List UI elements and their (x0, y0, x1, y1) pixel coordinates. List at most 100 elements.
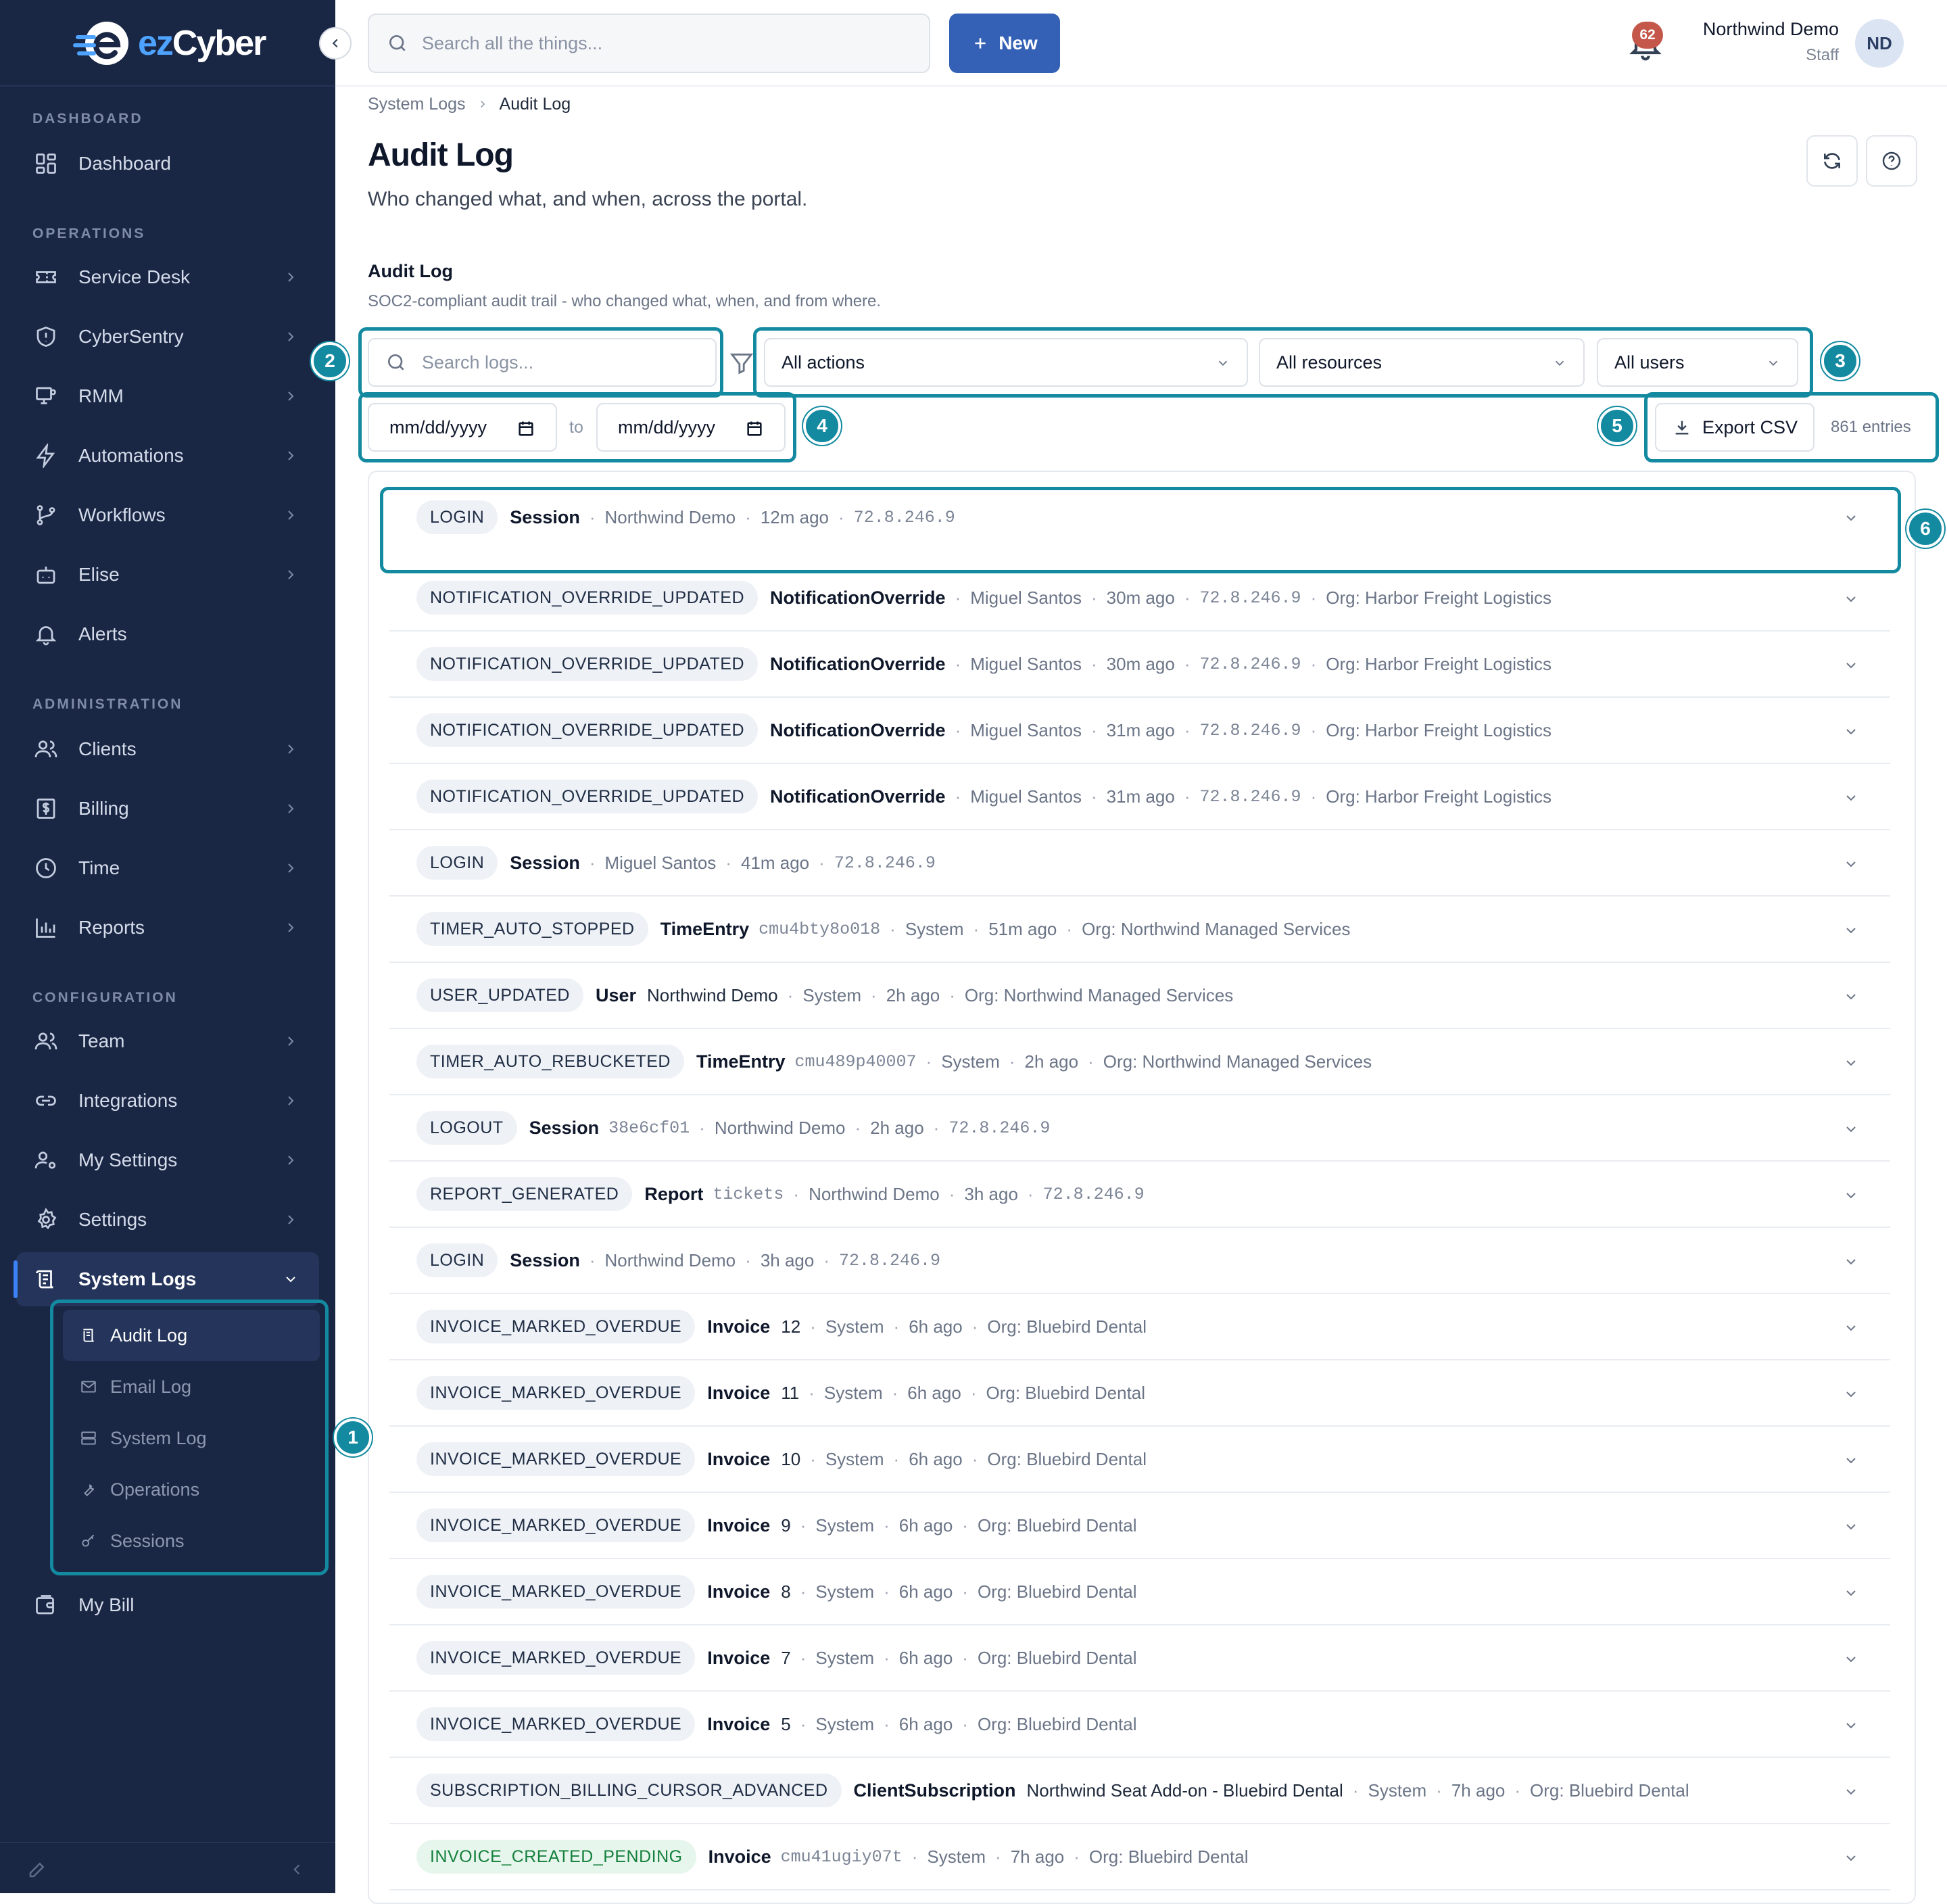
user-name[interactable]: Northwind Demo (1703, 19, 1839, 40)
table-row[interactable]: INVOICE_MARKED_OVERDUE Invoice 7 · System · 6h… (389, 1625, 1890, 1692)
sidebar-item-my-settings[interactable]: My Settings (16, 1133, 319, 1187)
expand-chevron-icon[interactable] (1843, 657, 1859, 673)
action-badge: REPORT_GENERATED (416, 1177, 633, 1211)
ezcyber-logo[interactable]: ezCyber (73, 18, 266, 69)
sidebar-item-label: My Bill (78, 1594, 135, 1615)
sidebar-item-rmm[interactable]: RMM (16, 369, 319, 423)
sidebar-item-my-bill[interactable]: My Bill (16, 1578, 319, 1632)
global-search[interactable] (368, 14, 930, 73)
actor-name: Miguel Santos (970, 719, 1082, 740)
table-row[interactable]: USER_UPDATED User Northwind Demo · System · 2h… (389, 963, 1890, 1029)
expand-chevron-icon[interactable] (1843, 1121, 1859, 1137)
sidebar-item-automations[interactable]: Automations (16, 429, 319, 483)
expand-chevron-icon[interactable] (1843, 1254, 1859, 1270)
resource-type: User (595, 984, 637, 1005)
callout-6: 6 (1906, 510, 1944, 548)
refresh-button[interactable] (1806, 135, 1858, 187)
section-configuration: CONFIGURATION (32, 990, 178, 1005)
timestamp: 3h ago (760, 1250, 815, 1270)
expand-chevron-icon[interactable] (1843, 790, 1859, 806)
sidebar-item-service-desk[interactable]: Service Desk (16, 250, 319, 304)
expand-chevron-icon[interactable] (1843, 1717, 1859, 1734)
expand-chevron-icon[interactable] (1843, 1386, 1859, 1402)
table-row[interactable]: LOGIN Session · Miguel Santos · 41m ago · 72.8.… (389, 830, 1890, 897)
table-row[interactable]: TIMER_AUTO_STOPPED TimeEntry cmu4bty8o018 ·… (389, 897, 1890, 963)
page-subtitle: Who changed what, and when, across the p… (368, 188, 808, 210)
sidebar-item-cybersentry[interactable]: CyberSentry (16, 310, 319, 364)
avatar[interactable]: ND (1855, 19, 1904, 68)
table-row[interactable]: NOTIFICATION_OVERRIDE_UPDATED Notificatio… (389, 632, 1890, 698)
help-button[interactable] (1866, 135, 1917, 187)
expand-chevron-icon[interactable] (1843, 1187, 1859, 1204)
expand-chevron-icon[interactable] (1843, 1452, 1859, 1469)
sidebar-item-settings[interactable]: Settings (16, 1193, 319, 1247)
edit-icon[interactable] (27, 1859, 47, 1880)
expand-chevron-icon[interactable] (1843, 856, 1859, 872)
expand-chevron-icon[interactable] (1843, 591, 1859, 607)
sidebar-item-elise[interactable]: Elise (16, 548, 319, 602)
sub-item-system-log[interactable]: System Log (63, 1412, 320, 1464)
expand-chevron-icon[interactable] (1843, 1850, 1859, 1866)
expand-chevron-icon[interactable] (1843, 989, 1859, 1005)
chevron-right-icon (288, 272, 294, 282)
shield-alert-icon (32, 323, 59, 350)
separator-dot: · (962, 1581, 968, 1602)
sidebar-item-alerts[interactable]: Alerts (16, 607, 319, 661)
table-row[interactable]: LOGIN Session · Northwind Demo · 3h ago · 72.8.… (389, 1228, 1890, 1294)
table-row[interactable]: INVOICE_MARKED_OVERDUE Invoice 9 · System · 6h… (389, 1493, 1890, 1559)
breadcrumb-parent[interactable]: System Logs (368, 95, 466, 114)
table-row[interactable]: NOTIFICATION_OVERRIDE_UPDATED Notificatio… (389, 764, 1890, 830)
org-name: Org: Bluebird Dental (977, 1713, 1137, 1734)
sidebar-item-reports[interactable]: Reports (16, 901, 319, 955)
expand-chevron-icon[interactable] (1843, 723, 1859, 740)
action-badge: TIMER_AUTO_REBUCKETED (416, 1045, 684, 1078)
sidebar-item-dashboard[interactable]: Dashboard (16, 137, 319, 191)
table-row[interactable]: INVOICE_MARKED_OVERDUE Invoice 11 · System · 6… (389, 1360, 1890, 1427)
org-name: Org: Northwind Managed Services (1103, 1051, 1372, 1072)
expand-chevron-icon[interactable] (1843, 1519, 1859, 1535)
table-row[interactable]: LOGOUT Session 38e6cf01 · Northwind Demo · 2h … (389, 1095, 1890, 1162)
filter-icon[interactable] (729, 350, 754, 376)
expand-chevron-icon[interactable] (1843, 1784, 1859, 1800)
callout-1: 1 (334, 1419, 372, 1456)
callout-4: 4 (803, 407, 841, 445)
expand-chevron-icon[interactable] (1843, 1585, 1859, 1601)
sub-item-email-log[interactable]: Email Log (63, 1361, 320, 1412)
sidebar-item-system-logs[interactable]: System Logs (14, 1252, 319, 1306)
sub-item-sessions[interactable]: Sessions (63, 1515, 320, 1567)
table-row[interactable]: INVOICE_CREATED_PENDING Invoice cmu41ugiy0… (389, 1824, 1890, 1890)
sidebar-item-billing[interactable]: Billing (16, 782, 319, 836)
sub-item-operations[interactable]: Operations (63, 1464, 320, 1515)
table-row[interactable]: INVOICE_MARKED_OVERDUE Invoice 10 · System · 6… (389, 1427, 1890, 1493)
sidebar-item-clients[interactable]: Clients (16, 722, 319, 776)
resource-type: NotificationOverride (770, 786, 946, 807)
org-name: Org: Harbor Freight Logistics (1326, 653, 1552, 674)
table-row[interactable]: REPORT_GENERATED Report tickets · Northwind … (389, 1162, 1890, 1228)
sidebar-item-time[interactable]: Time (16, 841, 319, 895)
actor-name: Northwind Demo (604, 1250, 736, 1270)
expand-chevron-icon[interactable] (1843, 1320, 1859, 1336)
global-search-input[interactable] (422, 32, 909, 54)
table-row[interactable]: TIMER_AUTO_REBUCKETED TimeEntry cmu489p400… (389, 1029, 1890, 1095)
sidebar-item-integrations[interactable]: Integrations (16, 1074, 319, 1128)
expand-chevron-icon[interactable] (1843, 922, 1859, 938)
table-row[interactable]: INVOICE_MARKED_OVERDUE Invoice 12 · System · 6… (389, 1294, 1890, 1360)
actor-name: Northwind Demo (714, 1117, 846, 1138)
expand-chevron-icon[interactable] (1843, 1651, 1859, 1667)
table-row[interactable]: SUBSCRIPTION_BILLING_CURSOR_ADVANCED Clie… (389, 1758, 1890, 1824)
action-badge: LOGIN (416, 846, 498, 880)
sub-item-audit-log[interactable]: Audit Log (63, 1310, 320, 1361)
table-row[interactable]: INVOICE_MARKED_OVERDUE Invoice 5 · System · 6h… (389, 1692, 1890, 1758)
table-row[interactable]: INVOICE_MARKED_OVERDUE Invoice 8 · System · 6h… (389, 1559, 1890, 1625)
table-row[interactable]: NOTIFICATION_OVERRIDE_UPDATED Notificatio… (389, 565, 1890, 632)
expand-chevron-icon[interactable] (1843, 1055, 1859, 1071)
collapse-sidebar-icon[interactable] (288, 1861, 306, 1878)
callout-5: 5 (1598, 407, 1636, 445)
sidebar-item-workflows[interactable]: Workflows (16, 488, 319, 542)
chevron-right-icon (288, 863, 294, 873)
collapse-sidebar-button[interactable] (319, 27, 352, 60)
sidebar-item-team[interactable]: Team (16, 1014, 319, 1068)
table-row[interactable]: NOTIFICATION_OVERRIDE_UPDATED Notificatio… (389, 698, 1890, 764)
new-button[interactable]: New (949, 14, 1060, 73)
timestamp: 6h ago (909, 1316, 963, 1337)
